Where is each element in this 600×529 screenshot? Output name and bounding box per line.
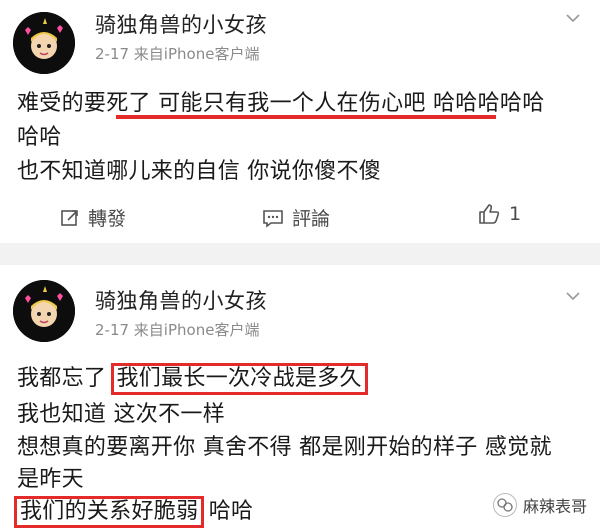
post-text-line: 也不知道哪儿来的自信 你说你傻不傻 xyxy=(17,159,382,184)
post-text-plain: 哈哈 xyxy=(208,499,254,524)
highlighted-text: 我们最长一次冷战是多久 xyxy=(110,363,368,395)
post-text-line: 我都忘了 我们最长一次冷战是多久 xyxy=(17,360,368,395)
comment-label: 評論 xyxy=(292,208,331,230)
post-username[interactable]: 骑独角兽的小女孩 xyxy=(95,9,267,39)
avatar-image xyxy=(13,280,75,342)
comment-button[interactable]: 評論 xyxy=(262,204,330,231)
post-text-line: 我也知道 这次不一样 xyxy=(17,402,225,427)
chevron-down-icon[interactable] xyxy=(566,289,580,303)
post-card-2: 骑独角兽的小女孩 2-17 来自iPhone客户端 我都忘了 我们最长一次冷战是… xyxy=(0,265,600,529)
action-bar: 轉發 評論 1 xyxy=(0,198,600,238)
like-count: 1 xyxy=(509,203,522,225)
watermark-text: 麻辣表哥 xyxy=(523,497,588,516)
post-card-1: 骑独角兽的小女孩 2-17 来自iPhone客户端 难受的要死了 可能只有我一个… xyxy=(0,0,600,243)
post-meta: 2-17 来自iPhone客户端 xyxy=(95,45,260,63)
like-button[interactable]: 1 xyxy=(477,202,521,226)
watermark-icon xyxy=(493,493,517,517)
chevron-down-icon[interactable] xyxy=(566,11,580,25)
post-text-line: 想想真的要离开你 真舍不得 都是刚开始的样子 感觉就 xyxy=(17,435,552,460)
avatar-image xyxy=(13,12,75,74)
post-separator xyxy=(0,243,600,265)
avatar[interactable] xyxy=(13,280,75,342)
post-text-plain: 我都忘了 xyxy=(17,366,107,391)
highlight-underline xyxy=(116,115,496,119)
post-text-line: 难受的要死了 可能只有我一个人在伤心吧 哈哈哈哈哈 xyxy=(17,91,545,116)
post-username[interactable]: 骑独角兽的小女孩 xyxy=(95,285,267,315)
post-meta: 2-17 来自iPhone客户端 xyxy=(95,321,260,339)
like-icon xyxy=(479,204,500,224)
comment-icon xyxy=(263,209,283,228)
avatar[interactable] xyxy=(13,12,75,74)
repost-icon xyxy=(61,209,78,226)
highlighted-text: 我们的关系好脆弱 xyxy=(14,496,205,528)
watermark: 麻辣表哥 xyxy=(493,493,587,517)
post-text-line: 我们的关系好脆弱 哈哈 xyxy=(14,493,254,528)
post-text-line: 是昨天 xyxy=(17,467,84,492)
repost-label: 轉發 xyxy=(88,208,127,230)
post-text-line: 哈哈 xyxy=(17,125,62,150)
repost-button[interactable]: 轉發 xyxy=(60,204,126,231)
